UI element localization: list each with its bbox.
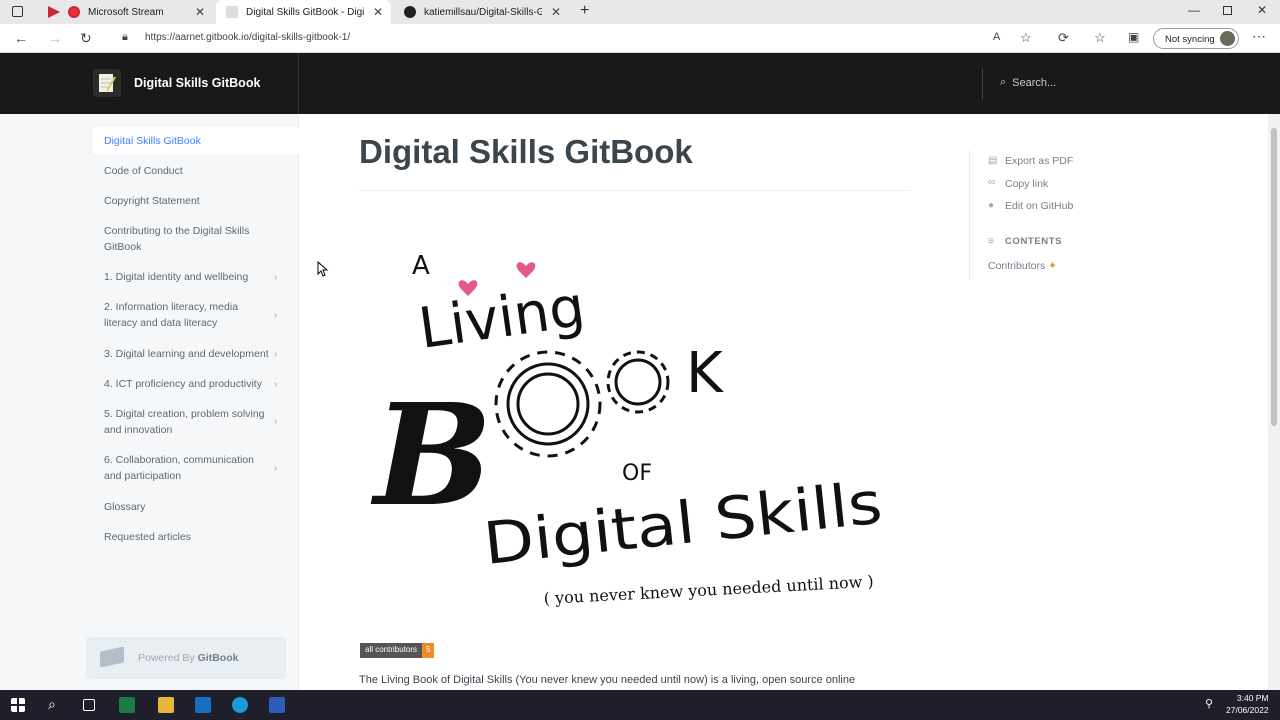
browser-tab-bar: Microsoft Stream ✕ Digital Skills GitBoo… [0, 0, 1280, 24]
stream-icon [48, 6, 60, 18]
intro-paragraph: The Living Book of Digital Skills (You n… [359, 674, 856, 686]
chevron-right-icon[interactable]: › [274, 416, 277, 427]
copy-link[interactable]: Copy link [1005, 178, 1048, 190]
page-title: Digital Skills GitBook [359, 133, 693, 170]
hero-text-a: A [412, 251, 430, 281]
chevron-right-icon[interactable]: › [274, 349, 277, 360]
sparkles-icon: ✦ [1048, 260, 1057, 272]
powered-by-gitbook[interactable]: Powered By GitBook [86, 637, 286, 679]
search-icon: ⌕ [1000, 76, 1007, 88]
hero-text-living: Living [415, 274, 589, 362]
header-divider [982, 69, 983, 99]
outlook-icon[interactable] [195, 697, 211, 713]
favorite-star-icon[interactable]: ☆ [1020, 30, 1032, 46]
tab-microsoft-stream[interactable]: Microsoft Stream ✕ [38, 0, 213, 24]
title-divider [359, 190, 911, 191]
scrollbar-thumb[interactable] [1271, 128, 1277, 426]
living-book-hero-image: A Living B K OF Digital Skills ( you nev… [370, 251, 885, 608]
close-tab-icon[interactable]: ✕ [551, 5, 561, 19]
avatar [1220, 31, 1235, 46]
contents-list-icon: ≡ [988, 236, 994, 247]
url-field[interactable]: https://aarnet.gitbook.io/digital-skills… [145, 32, 350, 43]
profile-button[interactable]: Not syncing [1153, 28, 1239, 49]
chevron-right-icon[interactable]: › [274, 272, 277, 283]
windows-taskbar: ⌕ ⚲ [0, 690, 1280, 720]
minimize-button[interactable]: — [1188, 3, 1200, 17]
all-contributors-badge[interactable]: all contributors 5 [360, 643, 435, 658]
read-aloud-icon[interactable]: A [993, 31, 1000, 43]
heart-icon [516, 262, 536, 278]
gitbook-logo[interactable] [93, 69, 121, 97]
sidebar-item-collaboration[interactable]: 6. Collaboration, communication and part… [104, 452, 269, 484]
close-window-button[interactable]: ✕ [1257, 3, 1267, 17]
close-tab-icon[interactable]: ✕ [373, 5, 383, 19]
export-pdf-link[interactable]: Export as PDF [1005, 155, 1073, 167]
sidebar-item-glossary[interactable]: Glossary [104, 499, 269, 515]
close-tab-icon[interactable]: ✕ [195, 5, 205, 19]
tab-github-repo[interactable]: katiemillsau/Digital-Skills-GitBo ✕ [394, 0, 569, 24]
windows-start-icon[interactable] [11, 698, 25, 712]
refresh-icon[interactable]: ↻ [80, 30, 92, 47]
toc-divider [969, 150, 970, 280]
task-view-icon[interactable] [83, 699, 95, 711]
tab-digital-skills-gitbook[interactable]: Digital Skills GitBook - Digital Sk ✕ [216, 0, 391, 24]
favorites-icon[interactable]: ☆ [1094, 30, 1106, 46]
contents-heading: CONTENTS [1005, 236, 1063, 247]
header-divider [298, 53, 299, 114]
sidebar-item-digital-identity[interactable]: 1. Digital identity and wellbeing [104, 269, 269, 285]
chevron-right-icon[interactable]: › [274, 379, 277, 390]
gear-icon [606, 350, 670, 414]
gear-icon [494, 350, 602, 458]
lock-icon: 🔒︎ [122, 31, 128, 43]
gitbook-brand-icon [100, 646, 124, 668]
pdf-icon: ▤ [988, 155, 998, 166]
system-clock[interactable]: 3:40 PM 27/06/2022 [1226, 692, 1269, 716]
excel-icon[interactable] [119, 697, 135, 713]
sidebar-item-digital-learning[interactable]: 3. Digital learning and development [104, 346, 269, 362]
more-menu-icon[interactable]: ⋯ [1252, 28, 1266, 45]
hero-text-digital-skills: Digital Skills [480, 468, 885, 577]
hero-text-of: OF [622, 461, 652, 486]
maximize-button[interactable] [1223, 6, 1232, 15]
address-bar: ← → ↻ 🔒︎ https://aarnet.gitbook.io/digit… [0, 24, 1280, 53]
link-icon: ∞ [988, 177, 996, 188]
hero-text-b: B [370, 374, 492, 538]
site-title[interactable]: Digital Skills GitBook [134, 76, 260, 90]
notebook-logo-icon [99, 74, 116, 92]
sidebar-item-contributing[interactable]: Contributing to the Digital Skills GitBo… [104, 223, 269, 255]
sidebar-item-digital-creation[interactable]: 5. Digital creation, problem solving and… [104, 406, 269, 438]
mouse-cursor-icon [317, 261, 329, 277]
chevron-right-icon[interactable]: › [274, 310, 277, 321]
forward-icon[interactable]: → [48, 30, 62, 46]
file-explorer-icon[interactable] [158, 697, 174, 713]
new-tab-button[interactable]: + [580, 2, 589, 20]
collections-icon[interactable]: ▣ [1128, 30, 1139, 44]
search-icon[interactable]: ⌕ [48, 696, 56, 713]
sidebar-item-information-literacy[interactable]: 2. Information literacy, media literacy … [104, 299, 269, 331]
back-icon[interactable]: ← [14, 30, 28, 46]
hero-text-k: K [686, 341, 724, 406]
search-input[interactable]: ⌕ Search... [1000, 76, 1056, 89]
sidebar-item-ict-proficiency[interactable]: 4. ICT proficiency and productivity [104, 376, 269, 392]
site-header: Digital Skills GitBook ⌕ Search... [0, 53, 1280, 114]
github-icon: ● [988, 200, 995, 211]
extensions-icon[interactable]: ⟳ [1058, 30, 1069, 46]
network-icon[interactable]: ⚲ [1205, 697, 1213, 710]
tab-actions-icon[interactable] [12, 6, 23, 17]
sidebar-item-home[interactable]: Digital Skills GitBook [104, 133, 269, 149]
sidebar-item-copyright[interactable]: Copyright Statement [104, 193, 269, 209]
sidebar-item-requested-articles[interactable]: Requested articles [104, 529, 269, 545]
hero-subtitle: ( you never knew you needed until now ) [543, 572, 874, 608]
edit-on-github-link[interactable]: Edit on GitHub [1005, 200, 1073, 212]
record-icon [68, 6, 80, 18]
word-icon[interactable] [269, 697, 285, 713]
toc-item-contributors[interactable]: Contributors ✦ [988, 260, 1057, 272]
gitbook-page-icon [226, 6, 238, 18]
chevron-right-icon[interactable]: › [274, 463, 277, 474]
sidebar-item-code-of-conduct[interactable]: Code of Conduct [104, 163, 269, 179]
github-icon [404, 6, 416, 18]
edge-icon[interactable] [232, 697, 248, 713]
